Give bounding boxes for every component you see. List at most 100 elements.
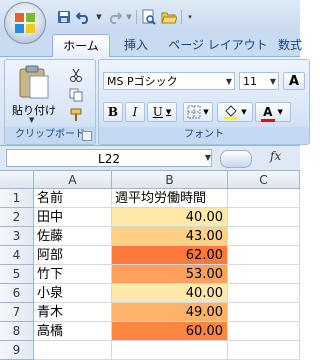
redo-dropdown-icon[interactable]: ▼ [126, 9, 132, 25]
redo-icon[interactable] [106, 9, 122, 25]
cell-name[interactable]: 小泉 [34, 284, 112, 303]
cell-name[interactable]: 阿部 [34, 246, 112, 265]
row-header[interactable]: 2 [0, 208, 34, 227]
chevron-down-icon[interactable]: ▼ [166, 108, 171, 116]
toolbar-separator [136, 10, 137, 24]
font-color-icon: A [261, 105, 276, 122]
clipboard-group: 貼り付け ▼ クリップボード [4, 59, 96, 145]
tab-formulas[interactable]: 数式 [278, 34, 318, 56]
font-color-button[interactable]: A ▼ [255, 102, 291, 122]
open-folder-icon[interactable] [161, 9, 177, 25]
name-box[interactable]: L22 [6, 149, 212, 167]
cell-name[interactable]: 青木 [34, 303, 112, 322]
select-all-corner[interactable] [0, 171, 34, 189]
cell-hours[interactable]: 週平均労働時間 [112, 189, 228, 208]
cell-hours[interactable]: 43.00 [112, 227, 228, 246]
cut-icon[interactable] [67, 66, 85, 84]
cell-hours[interactable]: 53.00 [112, 265, 228, 284]
cell-name[interactable]: 高橋 [34, 322, 112, 341]
chevron-down-icon[interactable]: ▼ [277, 108, 282, 116]
cell-empty[interactable] [228, 322, 300, 341]
cell-hours[interactable] [112, 341, 228, 360]
toolbar-separator [181, 10, 182, 24]
row-header[interactable]: 5 [0, 265, 34, 284]
underline-button[interactable]: U ▼ [147, 102, 177, 122]
chevron-down-icon[interactable]: ▼ [203, 108, 208, 116]
name-box-value: L22 [98, 152, 120, 166]
print-preview-icon[interactable] [141, 9, 157, 25]
bold-button[interactable]: B [103, 102, 123, 122]
grow-font-label: A [288, 73, 300, 89]
cell-empty[interactable] [228, 208, 300, 227]
row-header[interactable]: 3 [0, 227, 34, 246]
tab-insert[interactable]: 挿入 [114, 34, 158, 56]
save-icon[interactable] [56, 9, 72, 25]
customize-toolbar-icon[interactable]: ▾ [186, 9, 194, 25]
row-header[interactable]: 7 [0, 303, 34, 322]
ribbon-tabs: ホーム 挿入 ページ レイアウト 数式 [0, 30, 302, 57]
office-logo-icon [15, 13, 35, 33]
cell-empty[interactable] [228, 284, 300, 303]
copy-icon[interactable] [67, 86, 85, 104]
underline-label: U [152, 105, 163, 119]
formula-bar-resize-handle[interactable] [220, 150, 252, 168]
cell-empty[interactable] [228, 341, 300, 360]
font-size-value: 11 [243, 75, 257, 88]
format-painter-icon[interactable] [67, 106, 85, 124]
cell-name[interactable]: 田中 [34, 208, 112, 227]
font-name-combo[interactable]: MS Pゴシック ▼ [103, 72, 235, 90]
cell-hours[interactable]: 60.00 [112, 322, 228, 341]
font-color-letter: A [263, 105, 273, 119]
chevron-down-icon[interactable]: ▼ [270, 73, 276, 91]
cell-hours[interactable]: 62.00 [112, 246, 228, 265]
row-header[interactable]: 9 [0, 341, 34, 360]
row-header[interactable]: 1 [0, 189, 34, 208]
column-header-a[interactable]: A [34, 171, 112, 189]
fill-bucket-icon [224, 105, 239, 120]
paste-button[interactable]: 貼り付け ▼ [9, 64, 59, 124]
italic-label: I [132, 105, 138, 119]
clipboard-group-title: クリップボード [15, 129, 85, 140]
column-header-c[interactable]: C [228, 171, 300, 189]
cell-empty[interactable] [228, 227, 300, 246]
chevron-down-icon[interactable]: ▼ [202, 149, 214, 167]
bold-label: B [107, 105, 119, 119]
cell-name[interactable]: 佐藤 [34, 227, 112, 246]
cell-empty[interactable] [228, 189, 300, 208]
insert-function-icon[interactable]: fx [270, 149, 281, 163]
row-header[interactable]: 4 [0, 246, 34, 265]
cell-name[interactable]: 竹下 [34, 265, 112, 284]
office-button[interactable] [4, 2, 46, 44]
cell-empty[interactable] [228, 246, 300, 265]
chevron-down-icon[interactable]: ▼ [241, 108, 246, 116]
cell-empty[interactable] [228, 265, 300, 284]
grow-font-button[interactable]: A [283, 72, 305, 90]
cell-hours[interactable]: 49.00 [112, 303, 228, 322]
paste-dropdown-icon[interactable]: ▼ [29, 116, 34, 124]
tab-home[interactable]: ホーム [52, 34, 110, 57]
row-header[interactable]: 8 [0, 322, 34, 341]
clipboard-dialog-launcher[interactable] [82, 131, 92, 141]
cell-name[interactable]: 名前 [34, 189, 112, 208]
quick-access-toolbar: ▼ ▼ ▾ [56, 8, 194, 26]
ribbon: 貼り付け ▼ クリップボード MS Pゴシック ▼ 11 ▼ A B I U ▼… [0, 57, 310, 146]
undo-icon[interactable] [76, 9, 92, 25]
borders-button[interactable]: ▼ [183, 102, 213, 122]
column-header-b[interactable]: B [112, 171, 228, 189]
font-name-value: MS Pゴシック [107, 75, 178, 88]
row-header[interactable]: 6 [0, 284, 34, 303]
cell-empty[interactable] [228, 303, 300, 322]
font-group-title: フォント [184, 129, 224, 140]
tab-page-layout[interactable]: ページ レイアウト [166, 34, 270, 56]
cell-name[interactable] [34, 341, 112, 360]
worksheet-grid[interactable]: A B C 1 名前 週平均労働時間 2 田中 40.00 3 佐藤 43.00 4 阿部 62.00… [0, 171, 300, 360]
undo-dropdown-icon[interactable]: ▼ [96, 9, 102, 25]
italic-button[interactable]: I [125, 102, 145, 122]
font-group-label: フォント [99, 127, 309, 143]
formula-bar: L22 ▼ fx [0, 146, 300, 171]
chevron-down-icon[interactable]: ▼ [226, 73, 232, 91]
cell-hours[interactable]: 40.00 [112, 284, 228, 303]
cell-hours[interactable]: 40.00 [112, 208, 228, 227]
font-size-combo[interactable]: 11 ▼ [239, 72, 279, 90]
fill-color-button[interactable]: ▼ [217, 102, 253, 122]
